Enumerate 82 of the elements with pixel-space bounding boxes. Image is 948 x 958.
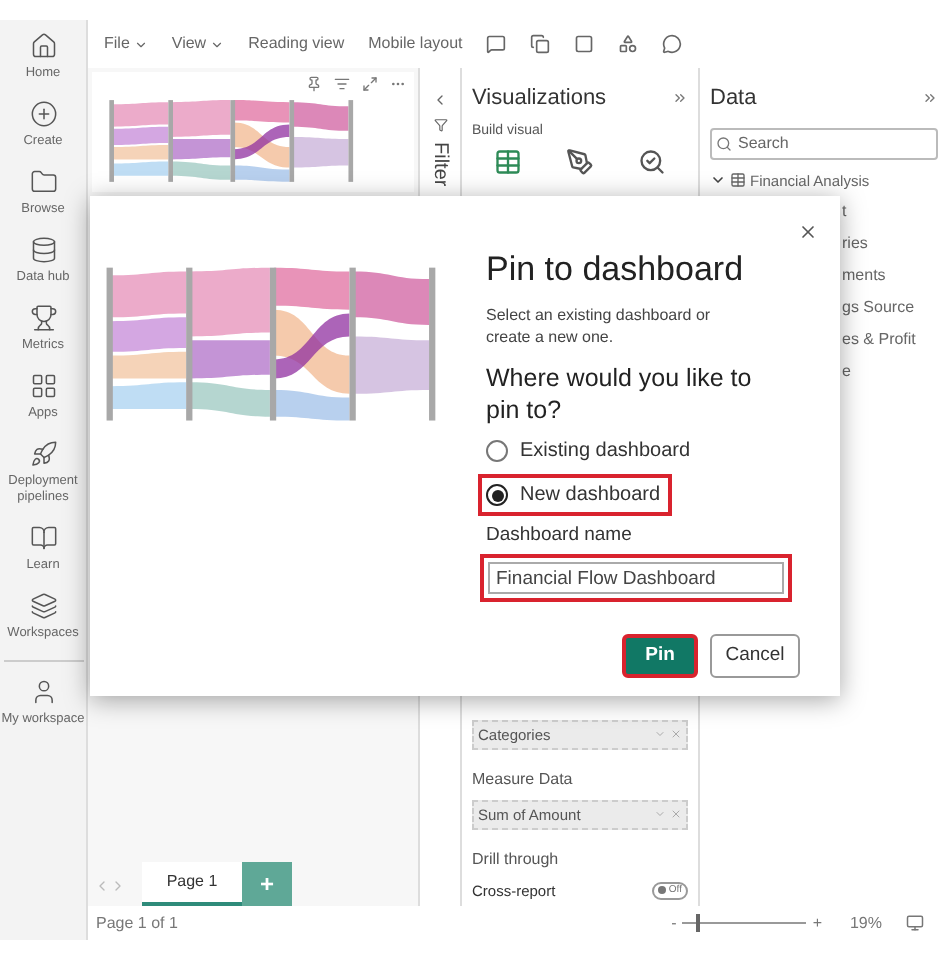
sankey-flow-band <box>292 102 349 131</box>
sankey-flow-band <box>274 267 350 310</box>
menu-item[interactable]: Mobile layout <box>368 32 463 56</box>
close-icon[interactable] <box>798 222 818 242</box>
chevron-down-icon[interactable] <box>710 172 726 189</box>
chat-icon[interactable] <box>662 34 683 54</box>
sankey-flow-band <box>274 389 350 421</box>
zoom-in-button[interactable]: + <box>812 911 822 935</box>
plus-circle-icon <box>29 100 57 128</box>
sankey-node-bar <box>168 100 173 182</box>
section-label: Measure Data <box>472 767 575 792</box>
dialog-button[interactable]: Cancel <box>710 634 800 679</box>
sankey-flow-band <box>110 317 187 352</box>
search-field[interactable]: Search <box>710 127 938 159</box>
rocket-icon <box>29 440 57 468</box>
home-icon <box>29 32 57 60</box>
dialog-button[interactable]: Pin <box>622 634 698 679</box>
filter-icon[interactable] <box>334 76 350 92</box>
radio-option[interactable]: New dashboard <box>478 474 673 516</box>
tree-item[interactable]: ries <box>842 231 938 256</box>
radio-option[interactable]: Existing dashboard <box>478 430 703 472</box>
sankey-node-bar <box>230 100 236 182</box>
comment-icon[interactable] <box>486 34 507 54</box>
sankey-flow-band <box>110 271 187 318</box>
grid-icon <box>29 372 57 400</box>
sankey-node-bar <box>109 100 114 182</box>
shapes-icon[interactable] <box>618 34 639 54</box>
chevron-right-icon[interactable] <box>922 90 938 107</box>
sankey-flow-band <box>190 382 270 417</box>
filters-label: Filter <box>427 142 453 187</box>
chevron-down-icon <box>210 37 225 51</box>
table-icon <box>730 172 746 189</box>
chevron-down-icon <box>133 37 148 51</box>
page-count: Page 1 of 1 <box>96 911 178 935</box>
brush-icon[interactable] <box>566 148 594 176</box>
sankey-flow-band <box>274 313 350 379</box>
menu-item[interactable]: View <box>171 32 225 56</box>
sankey-flow-band <box>190 267 270 337</box>
sankey-flow-band <box>353 336 430 394</box>
menu-item[interactable]: File <box>104 32 148 56</box>
dialog-description: Select an existing dashboard or create a new one. <box>486 304 713 348</box>
folder-icon <box>29 168 57 196</box>
pin-question: Where would you like to pin to? <box>486 362 754 426</box>
chevron-left-icon[interactable] <box>432 92 448 108</box>
pin-icon[interactable] <box>306 76 322 92</box>
menu-item[interactable]: Reading view <box>248 32 345 56</box>
page-tab[interactable]: Page 1 <box>142 862 242 906</box>
tree-item[interactable]: t <box>842 199 938 224</box>
chevron-right-icon[interactable] <box>672 90 688 107</box>
search-icon <box>716 135 732 151</box>
field-label: Dashboard name <box>486 522 634 550</box>
pane-title: Data <box>710 84 757 114</box>
sankey-flow-band <box>353 271 430 325</box>
database-icon <box>29 236 57 264</box>
fit-page-icon[interactable] <box>906 914 924 932</box>
sankey-flow-band <box>190 340 270 379</box>
dashboard-name-field[interactable]: Financial Flow Dashboard <box>480 554 792 603</box>
square-icon[interactable] <box>574 34 595 54</box>
sankey-node-bar <box>348 100 354 182</box>
sankey-flow-band <box>110 351 187 379</box>
radio-button[interactable] <box>486 484 508 506</box>
expand-icon[interactable] <box>362 76 378 92</box>
copy-icon[interactable] <box>530 34 551 54</box>
dialog-title: Pin to dashboard <box>486 248 746 292</box>
filter-icon <box>433 118 447 132</box>
table-icon[interactable] <box>494 148 522 176</box>
book-icon <box>29 524 57 552</box>
analytics-icon[interactable] <box>638 148 666 176</box>
person-icon <box>29 678 57 706</box>
tree-item[interactable]: ments <box>842 263 938 288</box>
sankey-node-bar <box>289 100 295 182</box>
radio-button[interactable] <box>486 440 508 462</box>
zoom-percent: 19% <box>849 911 882 935</box>
tree-item[interactable]: gs Source <box>842 295 938 320</box>
pane-title: Visualizations <box>472 84 607 114</box>
layers-icon <box>29 592 57 620</box>
sankey-flow-band <box>110 382 187 410</box>
tree-item[interactable]: es & Profit <box>842 327 938 352</box>
trophy-icon <box>29 304 57 332</box>
zoom-out-button[interactable]: - <box>671 911 677 935</box>
tree-item[interactable]: e <box>842 359 938 384</box>
section-label: Drill through <box>472 847 561 872</box>
